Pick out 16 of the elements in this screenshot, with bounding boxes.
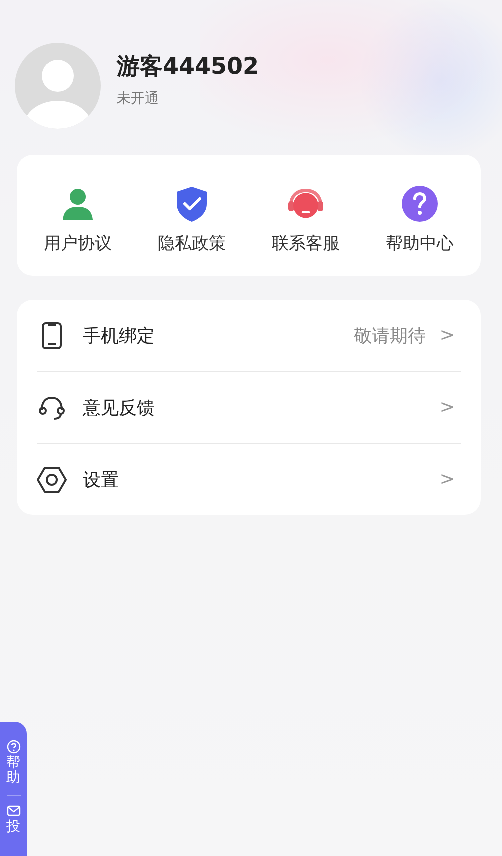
membership-status: 未开通 (117, 90, 160, 108)
settings-icon (37, 466, 67, 494)
help-icon[interactable] (400, 184, 440, 224)
shortcut-label[interactable]: 联系客服 (272, 232, 340, 255)
menu-item[interactable]: 手机绑定 (83, 324, 354, 348)
mail-icon[interactable] (6, 804, 20, 818)
shortcut-label[interactable]: 用户协议 (44, 232, 112, 255)
shortcut-label[interactable]: 隐私政策 (158, 232, 226, 255)
menu-item-value: 敬请期待 (354, 324, 426, 348)
menu-item[interactable]: 意见反馈 (83, 396, 440, 420)
user-name: 游客444502 (117, 52, 260, 82)
side-tab-label[interactable]: 投 (6, 820, 20, 836)
menu-item[interactable]: 设置 (83, 468, 440, 492)
help-icon[interactable] (6, 740, 20, 754)
side-tab-label[interactable]: 帮助 (6, 756, 20, 787)
shortcut-label[interactable]: 帮助中心 (386, 232, 454, 255)
